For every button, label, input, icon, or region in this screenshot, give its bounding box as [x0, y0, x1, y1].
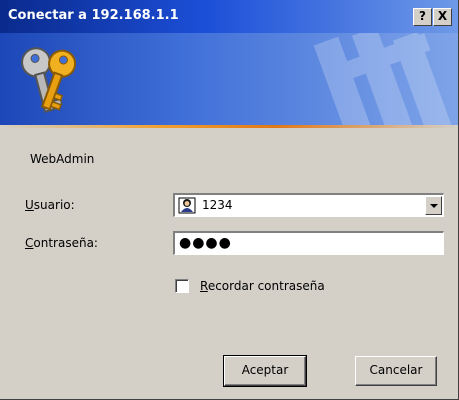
close-button[interactable]: X [433, 8, 452, 26]
user-icon [178, 197, 196, 214]
window-title: Conectar a 192.168.1.1 [8, 8, 179, 23]
user-value: 1234 [202, 198, 233, 212]
help-button[interactable]: ? [413, 8, 432, 26]
ok-button[interactable]: Aceptar [223, 355, 307, 387]
remember-password-label[interactable]: Recordar contraseña [200, 279, 325, 293]
password-label: Contraseña: [25, 236, 98, 250]
realm-label: WebAdmin [30, 152, 95, 166]
user-label: Usuario: [25, 198, 75, 212]
chevron-down-icon[interactable] [425, 196, 442, 215]
keys-watermark-icon [313, 33, 454, 125]
password-value: ●●●● [179, 235, 232, 251]
header-banner [0, 33, 458, 125]
banner-divider [0, 125, 458, 128]
title-bar[interactable]: Conectar a 192.168.1.1 ? X [0, 0, 458, 33]
login-dialog: Conectar a 192.168.1.1 ? X WebAdmin Usua… [0, 0, 459, 400]
password-field[interactable]: ●●●● [173, 231, 444, 255]
user-combobox[interactable]: 1234 [173, 193, 444, 217]
cancel-button[interactable]: Cancelar [355, 356, 437, 386]
keys-icon [21, 47, 77, 113]
remember-password-checkbox[interactable] [175, 279, 189, 293]
